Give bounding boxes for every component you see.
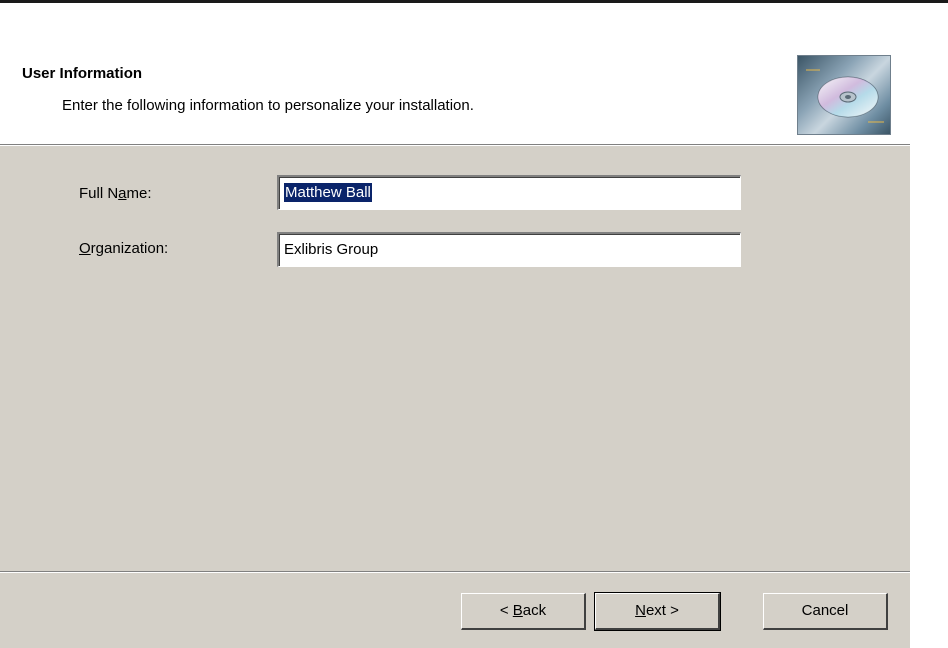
back-button-prefix: < (499, 602, 513, 619)
next-button-suffix: ext > (645, 602, 679, 619)
full-name-label-mnemonic: a (118, 185, 127, 202)
footer-separator-highlight (0, 572, 910, 573)
page-subtitle: Enter the following information to perso… (62, 97, 474, 114)
full-name-label: Full Name: (79, 185, 152, 202)
page-title: User Information (22, 65, 143, 82)
full-name-label-prefix: Full N (79, 185, 119, 202)
next-button[interactable]: Next > (594, 592, 721, 631)
wizard-header: User Information Enter the following inf… (0, 3, 948, 144)
next-button-mnemonic: N (635, 602, 646, 619)
right-margin (910, 146, 948, 648)
cancel-button-label: Cancel (801, 602, 849, 619)
full-name-label-suffix: me: (126, 185, 152, 202)
back-button-suffix: ack (522, 602, 547, 619)
organization-label-mnemonic: O (79, 240, 91, 257)
back-button[interactable]: < Back (461, 593, 586, 630)
cancel-button[interactable]: Cancel (763, 593, 888, 630)
organization-label-suffix: rganization: (90, 240, 169, 257)
full-name-value: Matthew Ball (284, 183, 372, 202)
organization-label: Organization: (79, 240, 168, 257)
organization-value: Exlibris Group (284, 241, 379, 258)
organization-input[interactable]: Exlibris Group (277, 232, 741, 267)
full-name-input[interactable]: Matthew Ball (277, 175, 741, 210)
back-button-mnemonic: B (512, 602, 523, 619)
cd-disc-icon (797, 55, 891, 135)
